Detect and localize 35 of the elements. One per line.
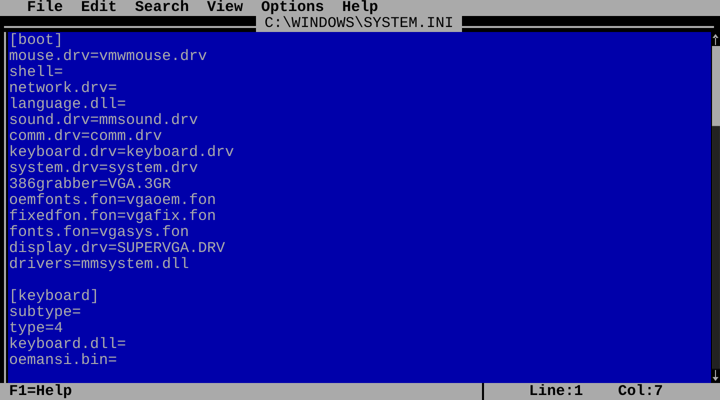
section-header: [boot] xyxy=(9,33,64,49)
text-line: shell= xyxy=(9,65,64,81)
text-line: mouse.drv=vmwmouse.drv xyxy=(9,49,208,65)
text-line: fixedfon.fon=vgafix.fon xyxy=(9,209,216,225)
text-line: system.drv=system.drv xyxy=(9,161,198,177)
text-line: display.drv=SUPERVGA.DRV xyxy=(9,241,226,257)
text-line: language.dll= xyxy=(9,97,126,113)
scrollbar[interactable] xyxy=(711,32,720,383)
text-line: oemfonts.fon=vgaoem.fon xyxy=(9,193,216,209)
column-indicator: Col:7 xyxy=(617,383,664,400)
text-line: type=4 xyxy=(9,321,64,337)
window-title: C:\WINDOWS\SYSTEM.INI xyxy=(256,16,462,32)
section-header: [keyboard] xyxy=(9,289,100,305)
menu-item[interactable]: Edit xyxy=(72,0,126,16)
text-line: oemansi.bin= xyxy=(9,353,118,369)
text-line: keyboard.drv=keyboard.drv xyxy=(9,145,234,161)
text-line: network.drv= xyxy=(9,81,118,97)
menu-item[interactable]: View xyxy=(198,0,252,16)
text-line: subtype= xyxy=(9,305,82,321)
text-line: sound.drv=mmsound.drv xyxy=(9,113,198,129)
text-line: comm.drv=comm.drv xyxy=(9,129,162,145)
text-line: 386grabber=VGA.3GR xyxy=(9,177,172,193)
editor-area[interactable] xyxy=(8,32,711,383)
text-line: drivers=mmsystem.dll xyxy=(9,257,190,273)
menu-item[interactable]: File xyxy=(18,0,72,16)
help-hint: F1=Help xyxy=(8,383,72,400)
scroll-up-arrow-icon[interactable] xyxy=(712,33,719,45)
line-indicator: Line:1 xyxy=(528,383,584,400)
menu-item[interactable]: Search xyxy=(126,0,198,16)
text-line: keyboard.dll= xyxy=(9,337,126,353)
menu-item[interactable]: Options xyxy=(252,0,334,16)
scroll-down-arrow-icon[interactable] xyxy=(712,370,719,382)
scroll-thumb[interactable] xyxy=(712,46,720,126)
text-line: fonts.fon=vgasys.fon xyxy=(9,225,190,241)
menu-item[interactable]: Help xyxy=(333,0,388,16)
